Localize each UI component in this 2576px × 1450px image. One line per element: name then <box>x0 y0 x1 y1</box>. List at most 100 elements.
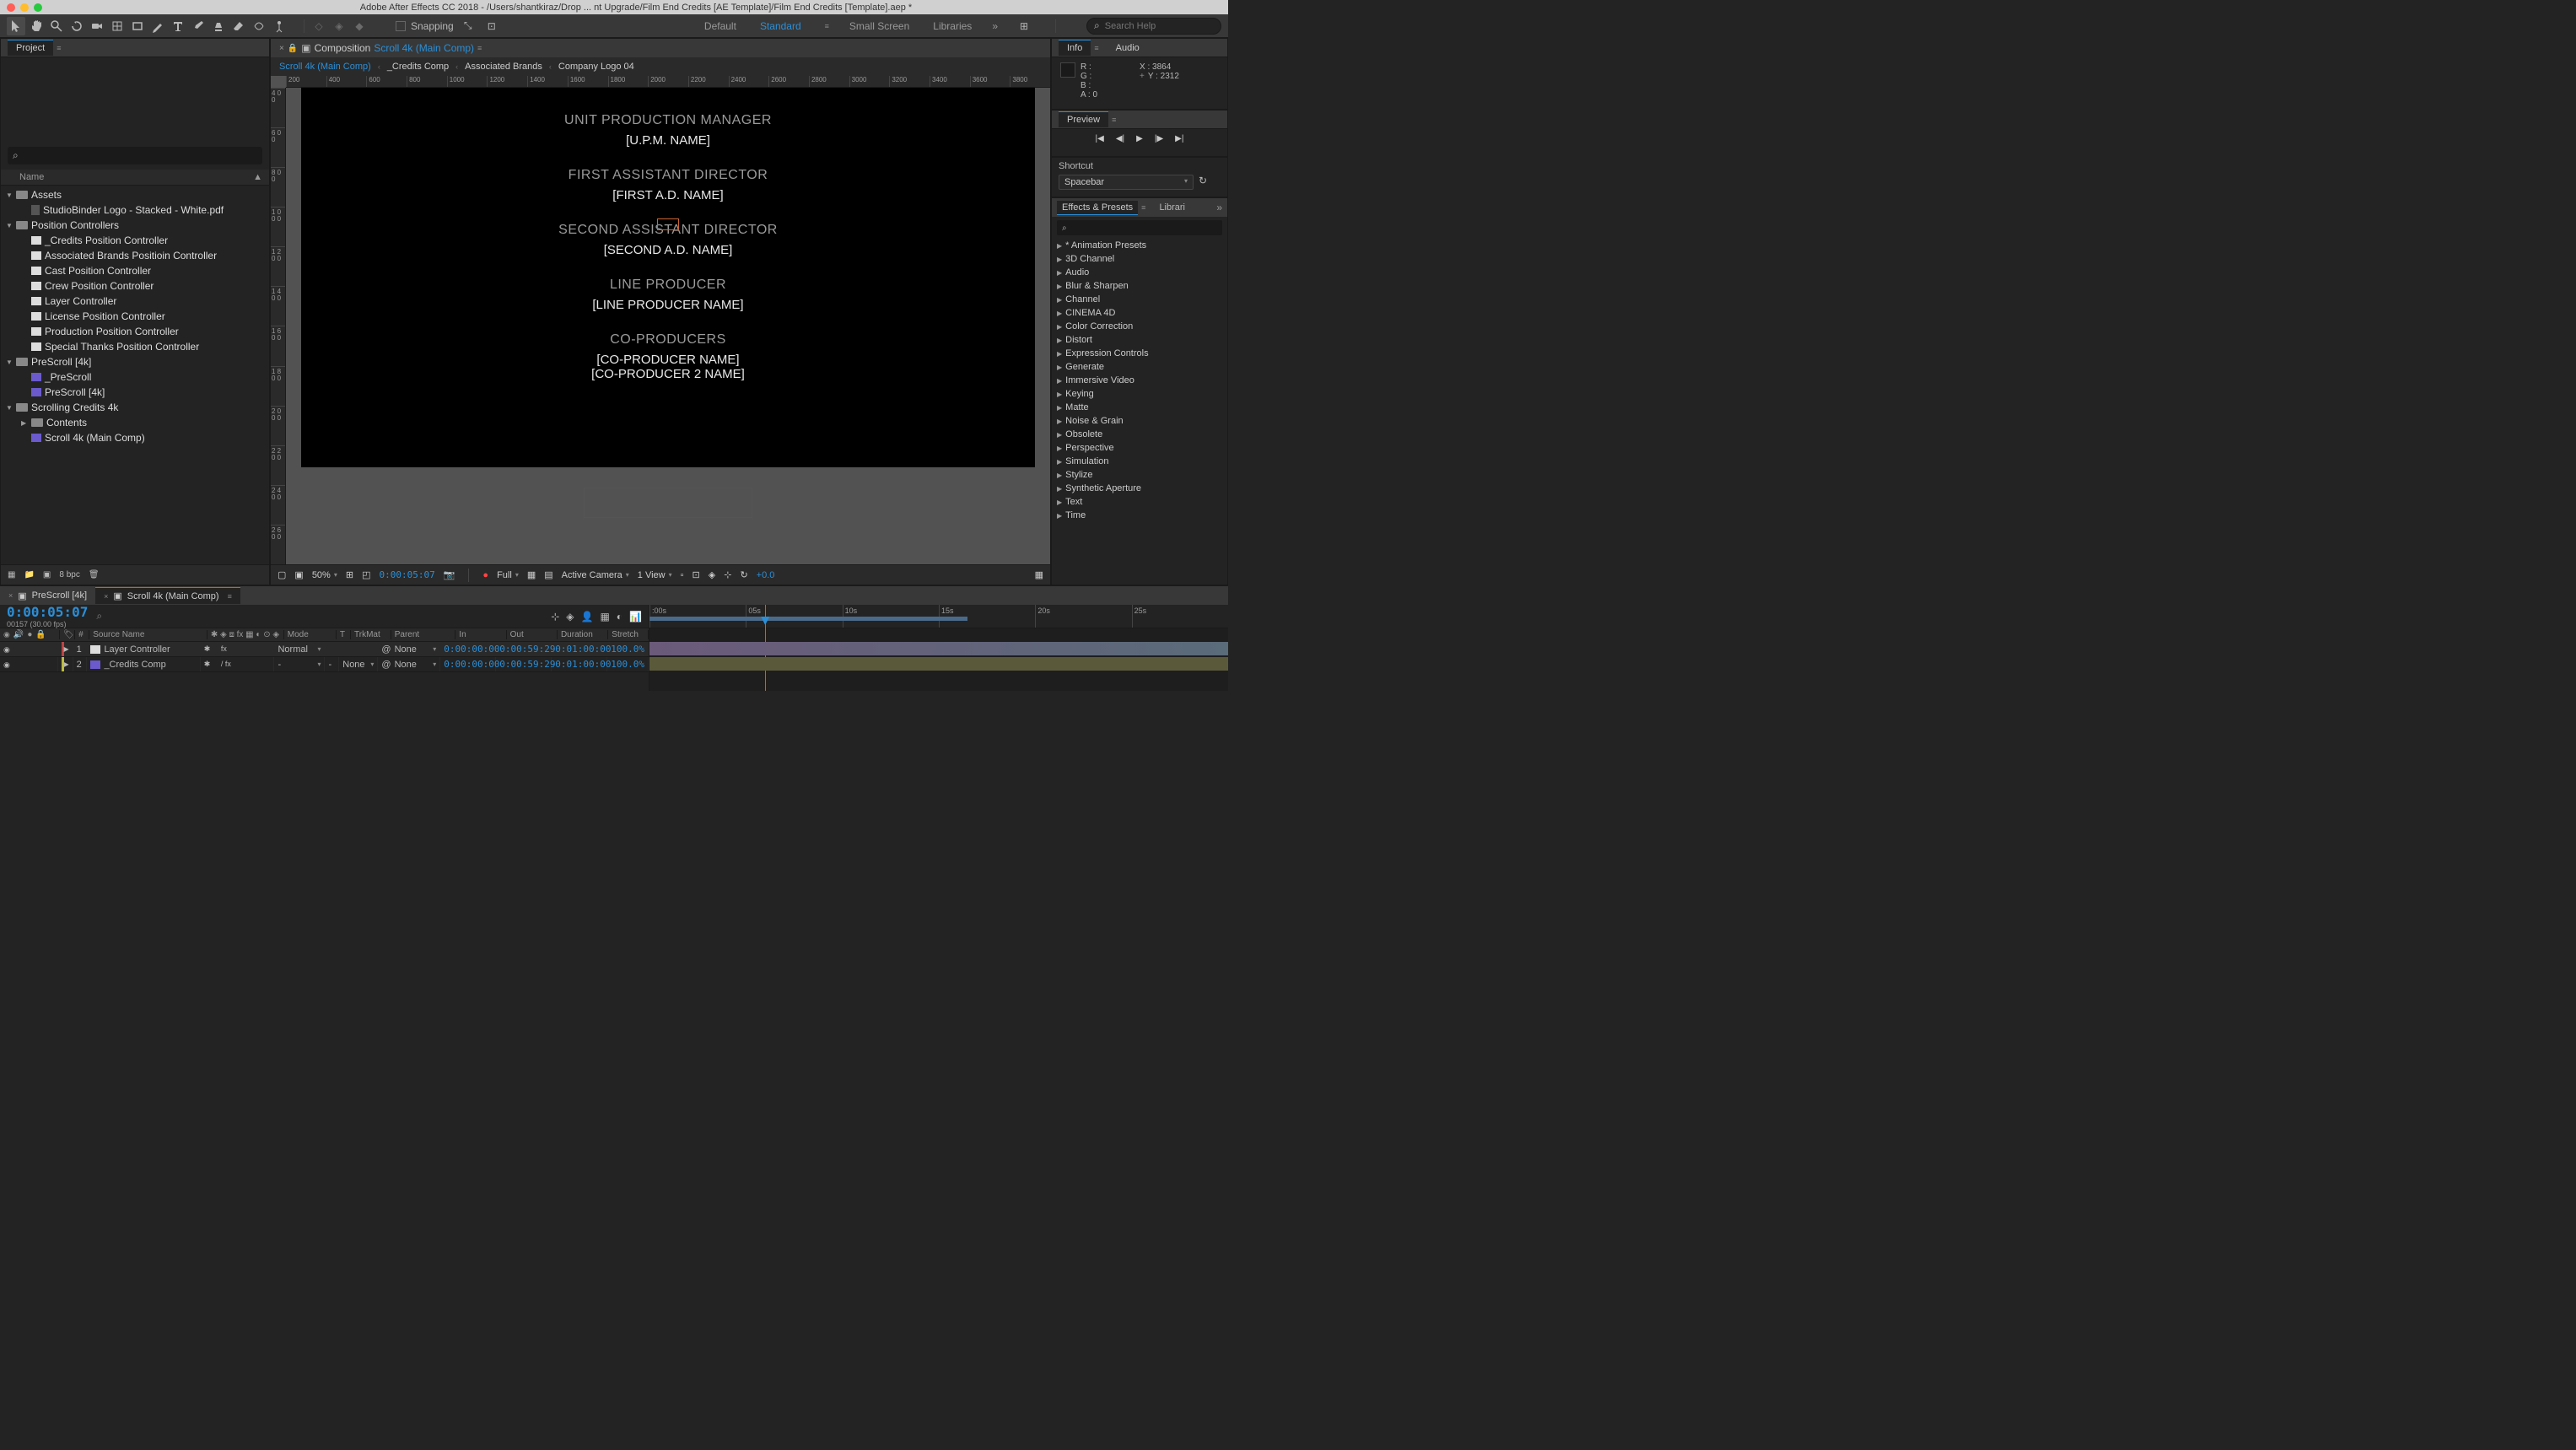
layer-out[interactable]: 0:00:59:29 <box>496 657 552 671</box>
effect-category[interactable]: ▶Channel <box>1052 293 1227 306</box>
maximize-window[interactable] <box>34 3 42 12</box>
layer-switches[interactable]: ✱ / fx <box>204 660 231 669</box>
project-item[interactable]: ▶Contents <box>1 415 269 430</box>
effects-search[interactable]: ⌕ <box>1057 220 1222 235</box>
render-queue-icon[interactable]: ▦ <box>1035 569 1043 580</box>
effect-category[interactable]: ▶Audio <box>1052 266 1227 279</box>
project-item[interactable]: Associated Brands Positioin Controller <box>1 248 269 263</box>
layer-bar-2[interactable] <box>649 657 1228 671</box>
timeline-timecode[interactable]: 0:00:05:07 <box>7 604 88 620</box>
effect-category[interactable]: ▶Color Correction <box>1052 320 1227 333</box>
timeline-ruler[interactable]: :00s05s10s15s20s25s <box>649 605 1228 628</box>
rotation-tool[interactable] <box>67 17 86 35</box>
expand-arrow[interactable]: ▶ <box>1057 391 1062 398</box>
layer-switches[interactable]: ✱ fx <box>204 644 227 654</box>
expand-arrow[interactable]: ▶ <box>1057 310 1062 317</box>
timeline-tab[interactable]: ×▣Scroll 4k (Main Comp)≡ <box>95 587 240 604</box>
snapshot-icon[interactable]: 📷 <box>444 569 455 580</box>
effect-category[interactable]: ▶Obsolete <box>1052 428 1227 441</box>
close-tab-icon[interactable]: × <box>8 591 13 600</box>
project-item[interactable]: ▼Position Controllers <box>1 218 269 233</box>
snap-edge-icon[interactable]: ⤡ <box>459 17 477 35</box>
roto-brush-tool[interactable] <box>250 17 268 35</box>
project-menu-icon[interactable]: ≡ <box>57 44 61 52</box>
sync-settings-icon[interactable]: ⊞ <box>1015 17 1033 35</box>
motion-blur-icon[interactable]: ◐ <box>617 611 622 623</box>
workspace-menu-icon[interactable]: ≡ <box>825 22 829 30</box>
composition-viewer[interactable]: UNIT PRODUCTION MANAGER[U.P.M. NAME]FIRS… <box>286 88 1050 564</box>
project-item[interactable]: PreScroll [4k] <box>1 385 269 400</box>
pen-tool[interactable] <box>148 17 167 35</box>
expand-arrow[interactable]: ▶ <box>1057 337 1062 344</box>
fast-previews-icon[interactable]: ▦ <box>527 569 536 580</box>
lock-column-icon[interactable]: 🔒 <box>35 630 46 639</box>
close-window[interactable] <box>7 3 15 12</box>
lock-icon[interactable]: 🔒 <box>288 44 298 53</box>
effect-category[interactable]: ▶* Animation Presets <box>1052 239 1227 252</box>
effect-category[interactable]: ▶Synthetic Aperture <box>1052 482 1227 495</box>
expand-arrow[interactable]: ▶ <box>1057 296 1062 304</box>
last-frame-button[interactable]: ▶| <box>1175 134 1183 143</box>
source-header[interactable]: Source Name <box>89 630 207 639</box>
expand-arrow[interactable]: ▼ <box>6 404 16 412</box>
expand-arrow[interactable]: ▼ <box>6 191 16 199</box>
play-button[interactable]: ▶ <box>1136 134 1143 143</box>
clone-stamp-tool[interactable] <box>209 17 228 35</box>
expand-arrow[interactable]: ▶ <box>1057 418 1062 425</box>
layer-duration[interactable]: 0:01:00:00 <box>552 642 607 656</box>
effects-menu-icon[interactable]: ≡ <box>1141 203 1145 212</box>
trkmat-header[interactable]: TrkMat <box>351 630 391 639</box>
camera-dropdown[interactable]: Active Camera▾ <box>562 570 629 580</box>
always-preview-icon[interactable]: ▢ <box>278 569 286 580</box>
zoom-tool[interactable] <box>47 17 66 35</box>
expand-arrow[interactable]: ▶ <box>64 645 69 653</box>
layer-stretch[interactable]: 100.0% <box>607 642 649 656</box>
parent-dropdown[interactable]: None <box>395 660 417 670</box>
workspace-overflow-icon[interactable]: » <box>992 20 998 32</box>
expand-arrow[interactable]: ▶ <box>1057 458 1062 466</box>
snap-collapse-icon[interactable]: ⊡ <box>482 17 501 35</box>
expand-arrow[interactable]: ▶ <box>1057 242 1062 250</box>
next-frame-button[interactable]: |▶ <box>1155 134 1163 143</box>
project-item[interactable]: License Position Controller <box>1 309 269 324</box>
effects-overflow-icon[interactable]: » <box>1216 202 1222 213</box>
graph-editor-icon[interactable]: 📊 <box>629 611 642 623</box>
expand-arrow[interactable]: ▶ <box>1057 256 1062 263</box>
audio-column-icon[interactable]: 🔊 <box>13 630 24 639</box>
workspace-small-screen[interactable]: Small Screen <box>846 19 913 34</box>
layer-out[interactable]: 0:00:59:29 <box>496 642 552 656</box>
solo-column-icon[interactable]: ● <box>27 630 32 639</box>
brush-tool[interactable] <box>189 17 207 35</box>
bpc-label[interactable]: 8 bpc <box>59 570 79 579</box>
blend-mode[interactable]: - <box>278 660 281 670</box>
new-comp-icon[interactable]: ▣ <box>43 570 51 579</box>
pickwhip-icon[interactable]: @ <box>381 644 391 655</box>
pickwhip-icon[interactable]: @ <box>381 660 391 670</box>
comp-tab-close[interactable]: × <box>279 44 284 53</box>
project-item[interactable]: Production Position Controller <box>1 324 269 339</box>
project-item[interactable]: Scroll 4k (Main Comp) <box>1 430 269 445</box>
close-tab-icon[interactable]: × <box>104 592 108 601</box>
effect-category[interactable]: ▶Perspective <box>1052 441 1227 455</box>
effect-category[interactable]: ▶3D Channel <box>1052 252 1227 266</box>
effect-category[interactable]: ▶CINEMA 4D <box>1052 306 1227 320</box>
work-area[interactable] <box>649 617 967 621</box>
breadcrumb-item[interactable]: Company Logo 04 <box>558 62 634 72</box>
out-header[interactable]: Out <box>507 630 558 639</box>
expand-arrow[interactable]: ▶ <box>1057 499 1062 506</box>
preview-tab[interactable]: Preview <box>1059 111 1108 127</box>
hand-tool[interactable] <box>27 17 46 35</box>
project-item[interactable]: ▼PreScroll [4k] <box>1 354 269 369</box>
project-item[interactable]: Special Thanks Position Controller <box>1 339 269 354</box>
workspace-default[interactable]: Default <box>701 19 740 34</box>
expand-arrow[interactable]: ▶ <box>1057 377 1062 385</box>
frame-blend-icon[interactable]: ▦ <box>600 611 609 623</box>
effect-category[interactable]: ▶Matte <box>1052 401 1227 414</box>
project-label-icon[interactable]: ▲ <box>253 172 262 182</box>
interpret-footage-icon[interactable]: ▦ <box>8 570 15 579</box>
num-header[interactable]: # <box>75 630 89 639</box>
expand-arrow[interactable]: ▶ <box>1057 364 1062 371</box>
draft-3d-icon[interactable]: ◈ <box>566 611 574 623</box>
channel-icon[interactable]: ● <box>482 570 488 580</box>
layer-bar-1[interactable] <box>649 642 1228 655</box>
